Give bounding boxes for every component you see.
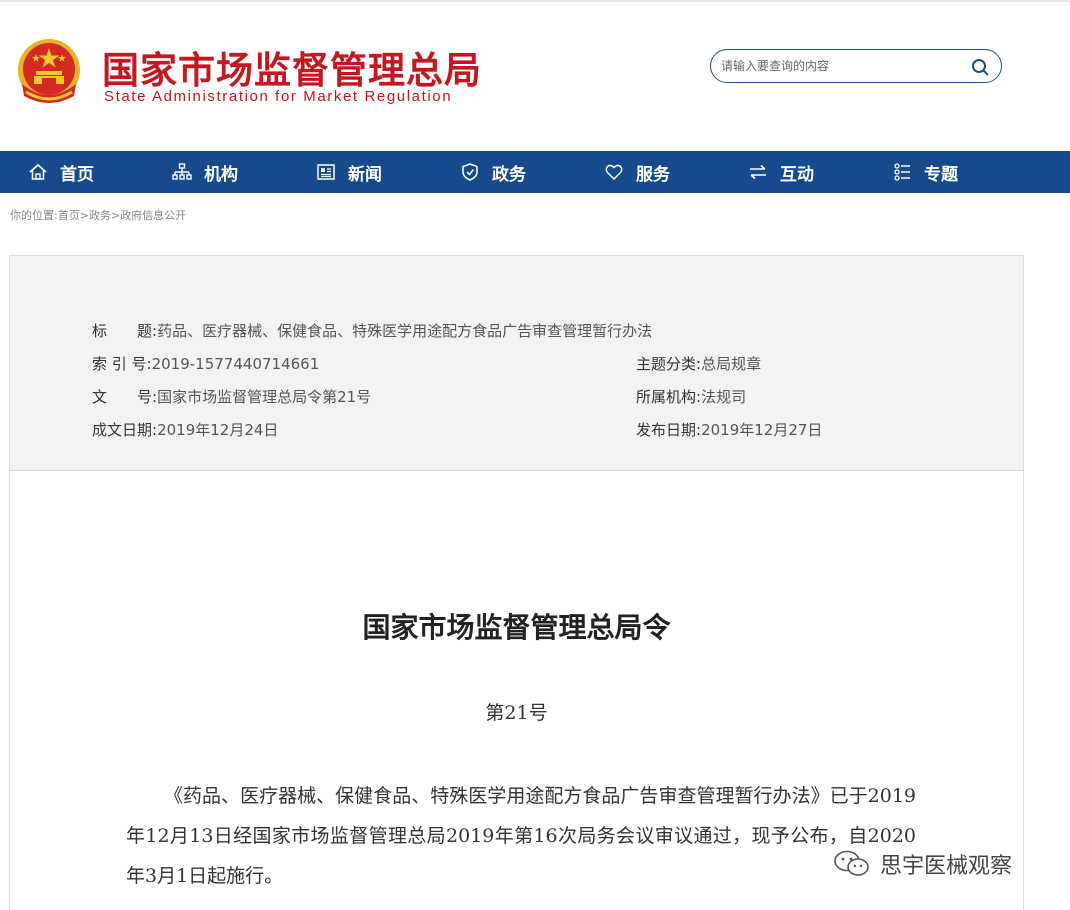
meta-date-row: 成文日期:2019年12月24日	[92, 419, 278, 440]
wechat-icon	[834, 850, 869, 876]
nav-item-topics[interactable]: 专题	[892, 151, 958, 193]
site-title[interactable]: 国家市场监督管理总局	[102, 40, 482, 94]
org-chart-icon	[172, 163, 192, 180]
meta-date-label: 成文日期:	[92, 421, 158, 439]
document-number: 第21号	[485, 702, 548, 724]
nav-label: 政务	[492, 164, 526, 185]
nav-label: 互动	[780, 164, 814, 185]
meta-category-value: 总局规章	[701, 355, 762, 373]
nav-item-interact[interactable]: 互动	[748, 151, 814, 193]
site-subtitle[interactable]: State Administration for Market Regulati…	[104, 88, 452, 105]
search-icon[interactable]	[971, 58, 989, 76]
meta-title-row: 标 题:药品、医疗器械、保健食品、特殊医学用途配方食品广告审查管理暂行办法	[92, 320, 652, 341]
document-body: 《药品、医疗器械、保健食品、特殊医学用途配方食品广告审查管理暂行办法》已于201…	[126, 785, 916, 887]
breadcrumb-link-home[interactable]: 首页	[58, 209, 80, 222]
nav-item-org[interactable]: 机构	[172, 151, 238, 193]
topics-icon	[894, 163, 910, 181]
content-panel: 标 题:药品、医疗器械、保健食品、特殊医学用途配方食品广告审查管理暂行办法 索 …	[9, 255, 1024, 910]
heart-icon	[605, 164, 623, 181]
meta-index-label: 索 引 号:	[92, 355, 152, 373]
nav-label: 首页	[60, 164, 94, 185]
nav-item-news[interactable]: 新闻	[316, 151, 382, 193]
meta-category-row: 主题分类:总局规章	[636, 353, 761, 374]
meta-index-value: 2019-1577440714661	[151, 355, 320, 373]
nav-item-services[interactable]: 服务	[604, 151, 670, 193]
news-icon	[317, 164, 335, 180]
meta-pubdate-label: 发布日期:	[636, 421, 702, 439]
meta-title-value: 药品、医疗器械、保健食品、特殊医学用途配方食品广告审查管理暂行办法	[157, 322, 653, 340]
nav-label: 机构	[204, 164, 238, 185]
search-input[interactable]	[721, 56, 961, 76]
meta-index-row: 索 引 号:2019-1577440714661	[92, 353, 319, 374]
breadcrumb-separator: >	[110, 209, 121, 222]
meta-category-label: 主题分类:	[636, 355, 702, 373]
meta-org-row: 所属机构:法规司	[636, 386, 746, 407]
watermark: 思宇医械观察	[832, 848, 1012, 880]
meta-docnum-label: 文 号:	[92, 388, 158, 406]
nav-label: 服务	[636, 164, 670, 185]
breadcrumb-link-affairs[interactable]: 政务	[89, 209, 111, 222]
nav-label: 专题	[924, 164, 958, 185]
document-metadata: 标 题:药品、医疗器械、保健食品、特殊医学用途配方食品广告审查管理暂行办法 索 …	[10, 256, 1023, 471]
breadcrumb-separator: >	[79, 209, 89, 222]
meta-pubdate-value: 2019年12月27日	[701, 421, 823, 439]
meta-pubdate-row: 发布日期:2019年12月27日	[636, 419, 822, 440]
breadcrumb-link-disclosure[interactable]: 政府信息公开	[120, 209, 186, 222]
meta-title-label: 标 题:	[92, 322, 158, 340]
meta-docnum-row: 文 号:国家市场监督管理总局令第21号	[92, 386, 371, 407]
shield-icon	[462, 163, 478, 181]
meta-date-value: 2019年12月24日	[157, 421, 279, 439]
meta-org-value: 法规司	[701, 388, 747, 406]
nav-item-home[interactable]: 首页	[28, 151, 94, 193]
meta-docnum-value: 国家市场监督管理总局令第21号	[157, 388, 372, 406]
search-box	[710, 49, 1002, 83]
breadcrumb: 你的位置:首页>政务>政府信息公开	[10, 207, 186, 223]
watermark-text: 思宇医械观察	[880, 854, 1013, 879]
nav-item-affairs[interactable]: 政务	[460, 151, 526, 193]
document-title: 国家市场监督管理总局令	[362, 611, 671, 644]
national-emblem-icon[interactable]	[12, 36, 86, 108]
main-nav: 首页 机构 新闻 政务 服务 互动 专题	[0, 151, 1070, 193]
home-icon	[29, 163, 47, 180]
meta-org-label: 所属机构:	[636, 388, 702, 406]
nav-label: 新闻	[348, 164, 382, 185]
breadcrumb-prefix: 你的位置:	[10, 209, 58, 222]
exchange-icon	[750, 164, 766, 180]
site-header: 国家市场监督管理总局 State Administration for Mark…	[0, 0, 1070, 151]
